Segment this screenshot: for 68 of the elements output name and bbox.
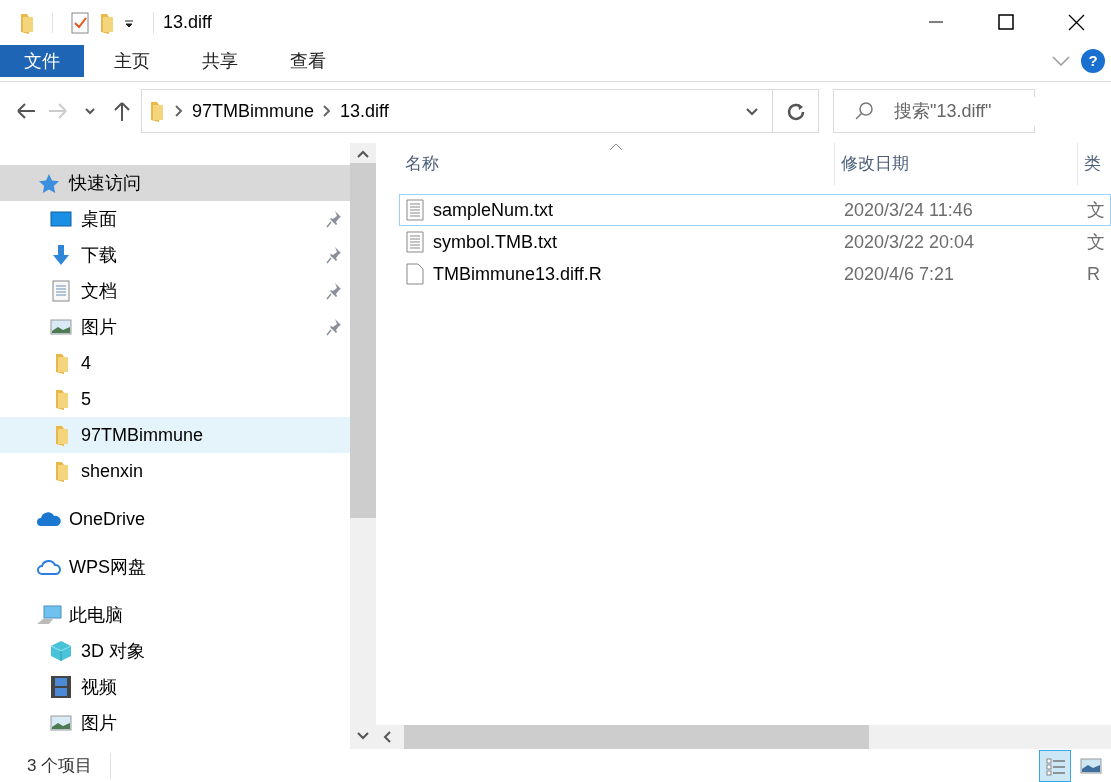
sidebar-item[interactable]: 桌面 bbox=[0, 201, 350, 237]
file-name: sampleNum.txt bbox=[433, 198, 554, 222]
chevron-up-icon[interactable] bbox=[356, 149, 370, 159]
sidebar-item[interactable]: 下载 bbox=[0, 237, 350, 273]
file-row[interactable]: symbol.TMB.txt 2020/3/22 20:04 文 bbox=[399, 226, 1111, 258]
sidebar-item[interactable]: 97TMBimmune bbox=[0, 417, 350, 453]
ribbon-tab[interactable]: 共享 bbox=[180, 45, 260, 77]
chevron-left-icon[interactable] bbox=[382, 730, 392, 744]
help-button[interactable]: ? bbox=[1081, 49, 1105, 73]
text-file-icon bbox=[406, 199, 424, 221]
cube-icon bbox=[50, 640, 72, 662]
modified-date: 2020/4/6 7:21 bbox=[843, 262, 956, 286]
text-file-icon bbox=[406, 231, 424, 253]
sidebar-item[interactable]: 图片 bbox=[0, 309, 350, 345]
folder-icon bbox=[53, 459, 69, 483]
breadcrumb-link[interactable]: 13.diff bbox=[334, 97, 395, 125]
breadcrumb-link[interactable]: 97TMBimmune bbox=[186, 97, 321, 125]
ribbon-tab[interactable]: 主页 bbox=[92, 45, 172, 77]
item-count: 3 个项目 bbox=[27, 753, 112, 779]
ribbon-tab[interactable]: 查看 bbox=[268, 45, 348, 77]
column-header[interactable]: 名称 bbox=[399, 143, 835, 185]
details-view-icon[interactable] bbox=[1039, 750, 1071, 782]
folder-icon bbox=[53, 351, 69, 375]
sidebar-item[interactable]: 文档 bbox=[0, 273, 350, 309]
column-header[interactable]: 修改日期 bbox=[835, 143, 1078, 185]
sidebar-item[interactable]: shenxin bbox=[0, 453, 350, 489]
picture-icon bbox=[50, 714, 72, 732]
address-bar[interactable]: 97TMBimmune 13.diff bbox=[141, 89, 819, 133]
modified-date: 2020/3/24 11:46 bbox=[843, 198, 974, 222]
ribbon-tab[interactable]: 文件 bbox=[0, 45, 84, 77]
file-type: 文 bbox=[1086, 198, 1105, 222]
sidebar-item[interactable]: 3D 对象 bbox=[0, 633, 350, 669]
file-type: 文 bbox=[1086, 230, 1105, 254]
document-icon bbox=[52, 280, 70, 302]
file-name: symbol.TMB.txt bbox=[433, 230, 557, 254]
blank-file-icon bbox=[406, 263, 424, 285]
modified-date: 2020/3/22 20:04 bbox=[843, 230, 976, 254]
picture-icon bbox=[50, 318, 72, 336]
sidebar-item[interactable]: 4 bbox=[0, 345, 350, 381]
sidebar-item[interactable]: WPS网盘 bbox=[0, 549, 350, 585]
file-row[interactable]: sampleNum.txt 2020/3/24 11:46 文 bbox=[399, 194, 1111, 226]
sidebar-item[interactable]: 快速访问 bbox=[0, 165, 350, 201]
horizontal-scrollbar[interactable] bbox=[376, 725, 1111, 749]
computer-icon bbox=[36, 605, 62, 625]
window-title: 13.diff bbox=[163, 11, 213, 34]
file-name: TMBimmune13.diff.R bbox=[433, 262, 602, 286]
properties-icon[interactable] bbox=[71, 11, 89, 34]
chevron-down-icon[interactable] bbox=[356, 731, 370, 741]
sidebar-item[interactable]: 图片 bbox=[0, 705, 350, 741]
search-icon bbox=[854, 101, 874, 121]
file-row[interactable]: TMBimmune13.diff.R 2020/4/6 7:21 R bbox=[399, 258, 1111, 290]
download-arrow-icon bbox=[51, 244, 71, 266]
file-type: R bbox=[1086, 262, 1100, 286]
column-header[interactable]: 类 bbox=[1078, 143, 1108, 185]
folder-icon bbox=[53, 387, 69, 411]
onedrive-cloud-icon bbox=[36, 510, 62, 528]
film-icon bbox=[50, 675, 72, 699]
sidebar-item[interactable]: 5 bbox=[0, 381, 350, 417]
folder-icon bbox=[148, 99, 164, 123]
sidebar-item[interactable]: 此电脑 bbox=[0, 597, 350, 633]
vertical-scrollbar[interactable] bbox=[350, 143, 376, 749]
sidebar-item[interactable]: 视频 bbox=[0, 669, 350, 705]
desktop-icon bbox=[50, 210, 72, 228]
star-icon bbox=[38, 173, 60, 193]
folder-icon bbox=[53, 423, 69, 447]
chevron-down-icon[interactable] bbox=[1051, 55, 1071, 67]
sidebar-item[interactable]: OneDrive bbox=[0, 501, 350, 537]
cloud-icon bbox=[36, 557, 62, 577]
